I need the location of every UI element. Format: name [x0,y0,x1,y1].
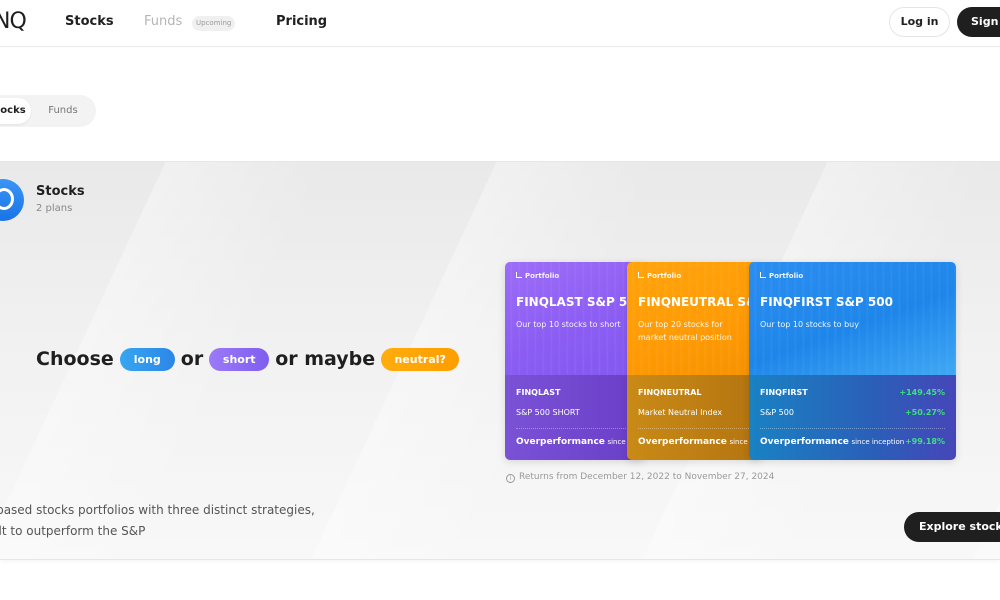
stat-label: FINQLAST [516,388,561,397]
nav-funds[interactable]: Funds [144,14,182,29]
neutral-pill[interactable]: neutral? [381,347,460,371]
divider [760,428,945,429]
card-description: Our top 10 stocks to buy [760,320,859,329]
section-title: Stocks [36,184,85,199]
headline: Choose long or short or maybe neutral? [36,346,465,372]
upcoming-badge: Upcoming [192,16,236,31]
login-button[interactable]: Log in [889,7,950,37]
stocks-section: Stocks 2 plans Choose long or short or m… [0,161,1000,560]
explore-stocks-button[interactable]: Explore stocks [904,512,1000,542]
headline-choose: Choose [36,348,114,370]
toggle-funds[interactable]: Funds [40,98,86,124]
portfolio-tag: Portfolio [638,272,681,280]
stat-label: FINQNEUTRAL [638,388,702,397]
overperformance-value: +99.18% [904,437,945,446]
divider [516,428,634,429]
chart-bar-icon [516,272,522,278]
category-toggle: Stocks Funds [0,95,96,127]
portfolio-card-finqlast[interactable]: Portfolio FINQLAST S&P 500 Our top 10 st… [505,262,645,460]
description-line-2: built to outperform the S&P [0,524,146,538]
stat-label: S&P 500 SHORT [516,408,580,417]
portfolio-card-finqfirst[interactable]: Portfolio FINQFIRST S&P 500 Our top 10 s… [749,262,956,460]
portfolio-tag: Portfolio [760,272,803,280]
overperformance-label: Overperformance since inception [638,437,762,447]
divider [638,428,751,429]
card-stats: FINQFIRST +149.45% S&P 500 +50.27% Overper… [749,375,956,460]
logo[interactable]: NQ [0,9,27,34]
returns-note: i Returns from December 12, 2022 to Novem… [506,472,774,483]
headline-or: or [180,348,204,370]
stat-label: S&P 500 [760,408,794,417]
nav-pricing[interactable]: Pricing [276,14,327,29]
stat-value: +149.45% [899,388,945,397]
top-nav: NQ Stocks Funds Upcoming Pricing Log in … [0,0,1000,47]
description-line-1: AI-based stocks portfolios with three di… [0,503,315,517]
stocks-logo-icon [0,179,24,221]
card-stats: FINQNEUTRAL Market Neutral Index Overper… [627,375,762,460]
stat-label: Market Neutral Index [638,408,723,417]
overperformance-label: Overperformance since inception [516,437,645,447]
stat-label: FINQFIRST [760,388,808,397]
long-pill[interactable]: long [119,347,175,371]
card-top: Portfolio FINQFIRST S&P 500 Our top 10 s… [749,262,956,375]
portfolio-card-finqneutral[interactable]: Portfolio FINQNEUTRAL S&P 500 Our top 20… [627,262,762,460]
info-icon: i [506,474,515,483]
signup-button[interactable]: Sign up [957,7,1000,37]
card-title: FINQFIRST S&P 500 [760,295,893,309]
nav-stocks[interactable]: Stocks [65,14,114,29]
card-top: Portfolio FINQNEUTRAL S&P 500 Our top 20… [627,262,762,375]
card-title: FINQNEUTRAL S&P 500 [638,295,762,309]
card-title: FINQLAST S&P 500 [516,295,644,309]
portfolio-tag: Portfolio [516,272,559,280]
toggle-stocks[interactable]: Stocks [0,98,31,124]
card-description: Our top 20 stocks for market neutral pos… [638,320,732,342]
headline-or-maybe: or maybe [275,348,376,370]
section-description: AI-based stocks portfolios with three di… [0,500,315,542]
short-pill[interactable]: short [209,347,270,371]
section-subtitle: 2 plans [36,203,73,214]
card-description: Our top 10 stocks to short [516,320,621,329]
card-top: Portfolio FINQLAST S&P 500 Our top 10 st… [505,262,645,375]
chart-bar-icon [760,272,766,278]
overperformance-label: Overperformance since inception [760,437,905,447]
chart-bar-icon [638,272,644,278]
card-stats: FINQLAST S&P 500 SHORT Overperformance s… [505,375,645,460]
stat-value: +50.27% [904,408,945,417]
